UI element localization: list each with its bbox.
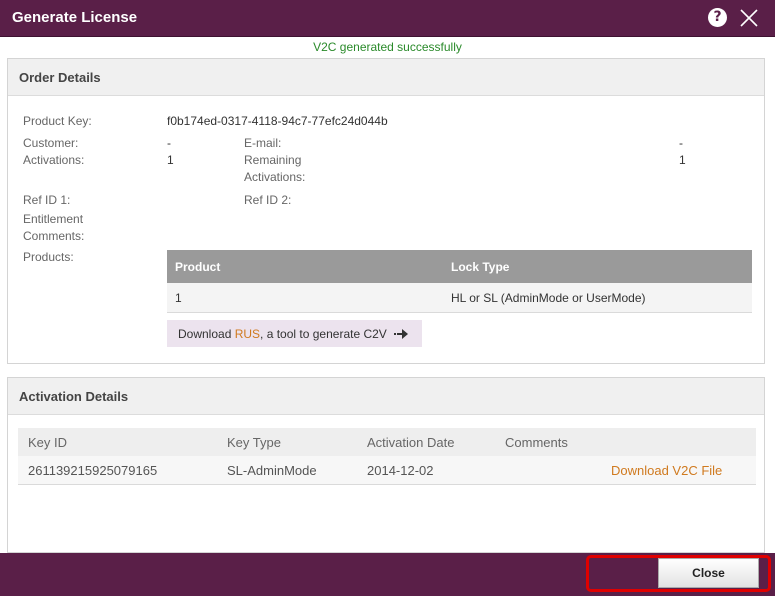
activation-date-cell: 2014-12-02 bbox=[357, 456, 495, 485]
product-key-label: Product Key: bbox=[23, 114, 92, 128]
product-cell: 1 bbox=[167, 283, 443, 313]
activation-details-panel: Activation Details Key ID Key Type Activ… bbox=[7, 377, 765, 553]
remaining-label-line-1: Remaining bbox=[244, 153, 302, 167]
dialog-footer: Close bbox=[0, 553, 775, 596]
entitlement-comments-label-line-2: Comments: bbox=[23, 229, 85, 243]
lock-type-cell: HL or SL (AdminMode or UserMode) bbox=[443, 283, 752, 313]
dialog-title: Generate License bbox=[12, 9, 138, 26]
dialog-titlebar: Generate License ? bbox=[0, 0, 775, 37]
activation-table: Key ID Key Type Activation Date Comments… bbox=[18, 428, 756, 485]
remaining-label-line-2: Activations: bbox=[244, 170, 306, 184]
email-value: - bbox=[679, 136, 683, 150]
order-details-heading: Order Details bbox=[8, 59, 764, 96]
product-key-value: f0b174ed-0317-4118-94c7-77efc24d044b bbox=[167, 114, 388, 128]
products-label: Products: bbox=[23, 250, 74, 264]
column-header-key-id: Key ID bbox=[18, 428, 217, 456]
column-header-product: Product bbox=[167, 250, 443, 283]
success-message: V2C generated successfully bbox=[313, 40, 462, 54]
order-details-panel: Order Details Product Key: f0b174ed-0317… bbox=[7, 58, 765, 364]
activations-label: Activations: bbox=[23, 153, 85, 167]
download-v2c-link[interactable]: Download V2C File bbox=[611, 463, 722, 478]
download-rus-banner: Download RUS, a tool to generate C2V bbox=[167, 320, 422, 347]
products-table: Product Lock Type 1 HL or SL (AdminMode … bbox=[167, 250, 752, 313]
entitlement-comments-label-line-1: Entitlement bbox=[23, 212, 84, 226]
help-icon[interactable]: ? bbox=[708, 8, 727, 27]
column-header-lock-type: Lock Type bbox=[443, 250, 752, 283]
column-header-activation-date: Activation Date bbox=[357, 428, 495, 456]
activations-value: 1 bbox=[167, 153, 174, 167]
key-type-cell: SL-AdminMode bbox=[217, 456, 357, 485]
column-header-key-type: Key Type bbox=[217, 428, 357, 456]
ref-id-1-label: Ref ID 1: bbox=[23, 193, 71, 207]
download-rus-prefix: Download bbox=[178, 327, 235, 341]
products-table-header: Product Lock Type bbox=[167, 250, 752, 283]
close-button[interactable]: Close bbox=[658, 558, 759, 588]
column-header-comments: Comments bbox=[495, 428, 601, 456]
customer-value: - bbox=[167, 136, 171, 150]
action-cell: Download V2C File bbox=[601, 456, 756, 485]
key-id-cell: 261139215925079165 bbox=[18, 456, 217, 485]
arrow-right-icon bbox=[394, 329, 409, 339]
customer-label: Customer: bbox=[23, 136, 79, 150]
remaining-value: 1 bbox=[679, 153, 686, 167]
column-header-action bbox=[601, 428, 756, 456]
close-x-icon[interactable] bbox=[739, 8, 759, 28]
activation-table-header: Key ID Key Type Activation Date Comments bbox=[18, 428, 756, 456]
comments-cell bbox=[495, 456, 601, 485]
ref-id-2-label: Ref ID 2: bbox=[244, 193, 292, 207]
email-label: E-mail: bbox=[244, 136, 282, 150]
rus-download-link[interactable]: RUS bbox=[235, 327, 260, 341]
table-row: 1 HL or SL (AdminMode or UserMode) bbox=[167, 283, 752, 313]
download-rus-suffix: , a tool to generate C2V bbox=[260, 327, 387, 341]
table-row: 261139215925079165 SL-AdminMode 2014-12-… bbox=[18, 456, 756, 485]
activation-details-heading: Activation Details bbox=[8, 378, 764, 415]
